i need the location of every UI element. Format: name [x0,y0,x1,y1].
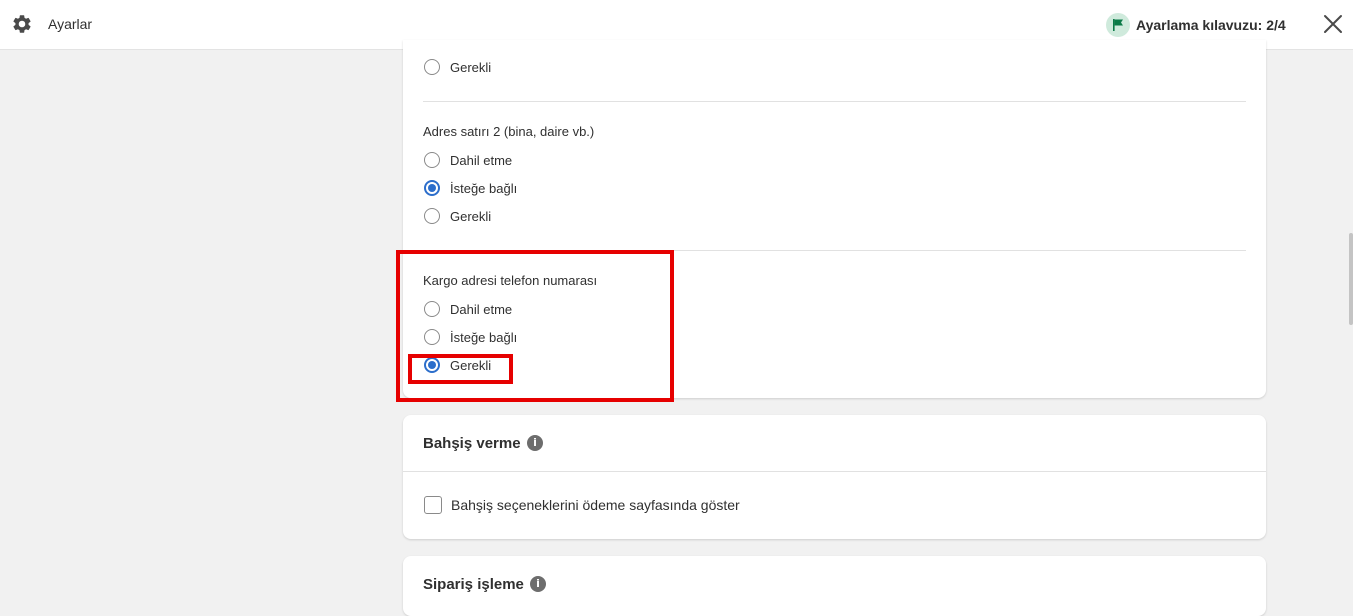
radio-button-checked[interactable] [424,357,440,373]
divider [423,250,1246,251]
shipping-phone-option-optional[interactable]: İsteğe bağlı [424,327,517,347]
order-processing-title: Sipariş işleme [423,576,524,593]
radio-button[interactable] [424,208,440,224]
address2-option-exclude[interactable]: Dahil etme [424,150,512,170]
radio-label: Gerekli [450,357,492,373]
radio-button[interactable] [424,329,440,345]
tipping-checkbox-row[interactable]: Bahşiş seçeneklerini ödeme sayfasında gö… [424,496,740,514]
radio-label: İsteğe bağlı [450,329,518,345]
checkbox-label: Bahşiş seçeneklerini ödeme sayfasında gö… [451,497,740,513]
address2-option-required[interactable]: Gerekli [424,206,491,226]
shipping-phone-option-exclude[interactable]: Dahil etme [424,299,512,319]
customer-info-card: Gerekli Adres satırı 2 (bina, daire vb.)… [403,40,1266,398]
radio-button-checked[interactable] [424,180,440,196]
page-title: Ayarlar [48,16,93,32]
divider [423,101,1246,102]
radio-label: Dahil etme [450,301,513,317]
radio-button[interactable] [424,301,440,317]
scrollbar-thumb[interactable] [1349,233,1353,325]
tipping-card: Bahşiş verme i Bahşiş seçeneklerini ödem… [403,415,1266,539]
address1-required-option[interactable]: Gerekli [424,57,491,77]
radio-label: Dahil etme [450,152,513,168]
address2-option-optional[interactable]: İsteğe bağlı [424,178,517,198]
shipping-phone-option-required[interactable]: Gerekli [424,355,491,375]
checkbox[interactable] [424,496,442,514]
radio-label: İsteğe bağlı [450,180,518,196]
order-processing-card: Sipariş işleme i [403,556,1266,616]
radio-button[interactable] [424,152,440,168]
divider [403,471,1266,472]
tipping-title: Bahşiş verme [423,435,521,452]
shipping-phone-label: Kargo adresi telefon numarası [423,273,598,288]
flag-icon [1106,13,1130,37]
setup-guide-label: Ayarlama kılavuzu: 2/4 [1136,17,1286,33]
radio-label: Gerekli [450,208,492,224]
address2-label: Adres satırı 2 (bina, daire vb.) [423,124,595,139]
radio-label: Gerekli [450,59,492,75]
gear-icon[interactable] [11,13,33,35]
info-icon[interactable]: i [527,435,543,451]
setup-guide-button[interactable]: Ayarlama kılavuzu: 2/4 [1106,12,1286,38]
close-icon[interactable] [1322,13,1344,35]
radio-button[interactable] [424,59,440,75]
